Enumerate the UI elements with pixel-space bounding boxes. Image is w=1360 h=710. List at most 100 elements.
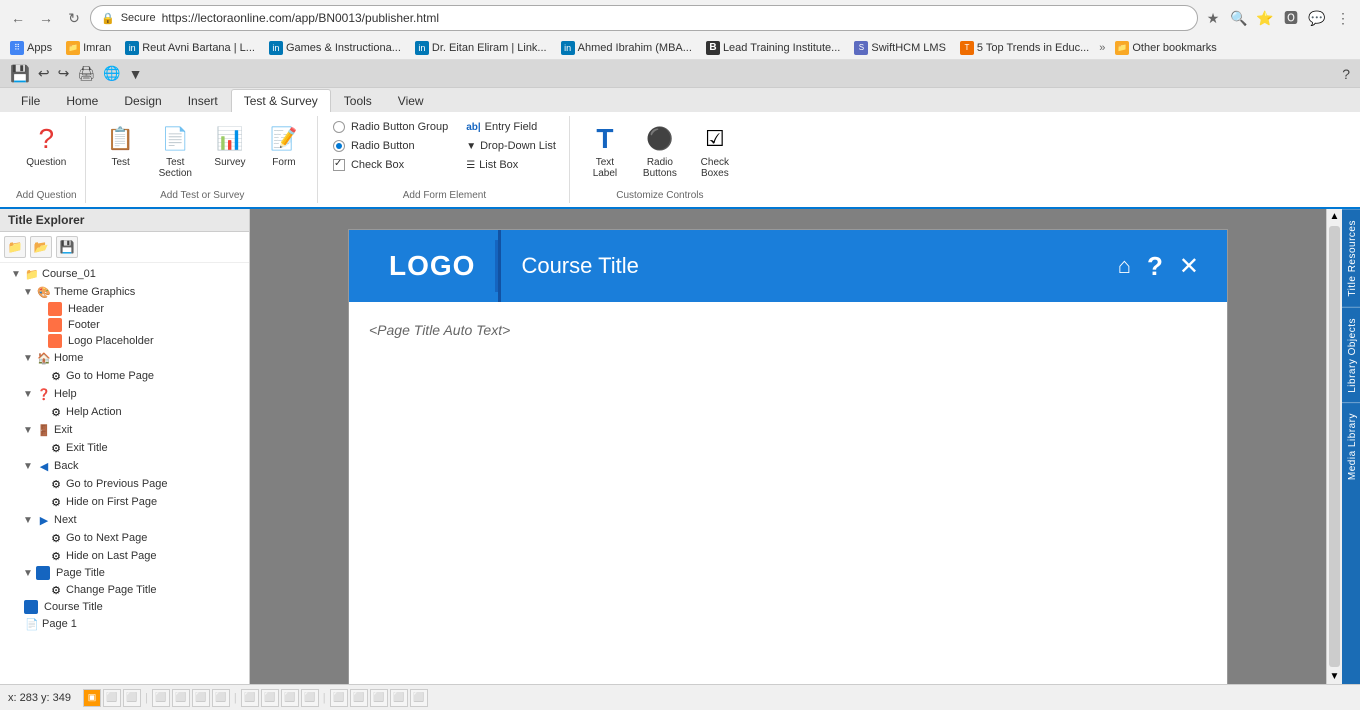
tab-home[interactable]: Home	[53, 89, 111, 112]
status-icon-12[interactable]: ⬜	[330, 689, 348, 707]
more-bookmarks[interactable]: »	[1099, 42, 1105, 54]
status-icon-8[interactable]: ⬜	[241, 689, 259, 707]
qa-print[interactable]: 🖨	[75, 63, 97, 84]
tree-item-help[interactable]: ▼ ❓ Help	[2, 385, 247, 403]
text-label-button[interactable]: T TextLabel	[580, 118, 630, 184]
help-header-icon[interactable]: ?	[1147, 251, 1163, 282]
close-header-icon[interactable]: ✕	[1179, 252, 1199, 281]
check-box-button[interactable]: Check Box	[328, 156, 453, 174]
dropdown-button[interactable]: ▼ Drop-Down List	[461, 137, 561, 155]
bookmark-trends[interactable]: T 5 Top Trends in Educ...	[956, 40, 1093, 56]
qa-web[interactable]: 🌐	[101, 63, 122, 84]
status-icon-1[interactable]: ▣	[83, 689, 101, 707]
survey-button[interactable]: 📊 Survey	[205, 118, 255, 173]
qa-redo[interactable]: ↪	[56, 63, 72, 84]
radio-group-button[interactable]: Radio Button Group	[328, 118, 453, 136]
tree-item-next[interactable]: ▼ ▶ Next	[2, 511, 247, 529]
reload-button[interactable]: ↻	[62, 6, 86, 30]
status-icon-3[interactable]: ⬜	[123, 689, 141, 707]
tree-item-back[interactable]: ▼ ◀ Back	[2, 457, 247, 475]
vtab-title-resources[interactable]: Title Resources	[1342, 209, 1360, 307]
tree-item-home[interactable]: ▼ 🏠 Home	[2, 349, 247, 367]
radio-button[interactable]: Radio Button	[328, 137, 453, 155]
vtab-library-objects[interactable]: Library Objects	[1342, 307, 1360, 403]
status-icon-16[interactable]: ⬜	[410, 689, 428, 707]
tree-item-header[interactable]: Header	[2, 301, 247, 317]
tab-test-survey[interactable]: Test & Survey	[231, 89, 331, 112]
question-button[interactable]: ? Question	[17, 118, 75, 173]
bookmark-games[interactable]: in Games & Instructiona...	[265, 40, 405, 56]
radio-buttons-button[interactable]: ⚫ RadioButtons	[634, 118, 686, 184]
office-icon[interactable]: 🅾	[1280, 7, 1302, 29]
scroll-thumb[interactable]	[1329, 226, 1340, 667]
tree-item-page-1[interactable]: 📄 Page 1	[2, 615, 247, 633]
customize-controls-label: Customize Controls	[616, 186, 703, 201]
tab-view[interactable]: View	[385, 89, 437, 112]
test-button[interactable]: 📋 Test	[96, 118, 146, 173]
tree-item-hide-last[interactable]: ⚙ Hide on Last Page	[2, 547, 247, 565]
status-icon-2[interactable]: ⬜	[103, 689, 121, 707]
tree-item-course-title[interactable]: Course Title	[2, 599, 247, 615]
back-button[interactable]: ←	[6, 6, 30, 30]
tree-item-hide-first[interactable]: ⚙ Hide on First Page	[2, 493, 247, 511]
qa-help[interactable]: ?	[1340, 64, 1352, 84]
tree-item-go-prev[interactable]: ⚙ Go to Previous Page	[2, 475, 247, 493]
status-icon-6[interactable]: ⬜	[192, 689, 210, 707]
home-header-icon[interactable]: ⌂	[1118, 253, 1131, 279]
status-icon-11[interactable]: ⬜	[301, 689, 319, 707]
status-icon-10[interactable]: ⬜	[281, 689, 299, 707]
qa-dropdown[interactable]: ▼	[127, 64, 145, 84]
status-icon-9[interactable]: ⬜	[261, 689, 279, 707]
bookmark-apps[interactable]: ⠿ Apps	[6, 40, 56, 56]
tree-item-course-01[interactable]: ▼ 📁 Course_01	[2, 265, 247, 283]
tree-item-help-action[interactable]: ⚙ Help Action	[2, 403, 247, 421]
bookmark-lead[interactable]: B Lead Training Institute...	[702, 40, 844, 56]
forward-button[interactable]: →	[34, 6, 58, 30]
tree-item-theme-graphics[interactable]: ▼ 🎨 Theme Graphics	[2, 283, 247, 301]
status-icon-14[interactable]: ⬜	[370, 689, 388, 707]
status-icon-4[interactable]: ⬜	[152, 689, 170, 707]
bookmark-swifthcm[interactable]: S SwiftHCM LMS	[850, 40, 950, 56]
skype-icon[interactable]: 💬	[1306, 7, 1328, 29]
tree-item-page-title[interactable]: ▼ Page Title	[2, 565, 247, 581]
tree-item-go-next[interactable]: ⚙ Go to Next Page	[2, 529, 247, 547]
favorites-icon[interactable]: ★	[1202, 7, 1224, 29]
check-boxes-button[interactable]: ☑ CheckBoxes	[690, 118, 740, 184]
scroll-down-btn[interactable]: ▼	[1327, 669, 1342, 684]
tab-insert[interactable]: Insert	[175, 89, 231, 112]
menu-icon[interactable]: ⋮	[1332, 7, 1354, 29]
list-box-button[interactable]: ☰ List Box	[461, 156, 561, 174]
status-icon-15[interactable]: ⬜	[390, 689, 408, 707]
status-icon-5[interactable]: ⬜	[172, 689, 190, 707]
bookmark-imran[interactable]: 📁 Imran	[62, 40, 115, 56]
tab-tools[interactable]: Tools	[331, 89, 385, 112]
status-icon-7[interactable]: ⬜	[212, 689, 230, 707]
tree-item-footer[interactable]: Footer	[2, 317, 247, 333]
status-icon-13[interactable]: ⬜	[350, 689, 368, 707]
vertical-scrollbar[interactable]: ▲ ▼	[1326, 209, 1342, 684]
tab-file[interactable]: File	[8, 89, 53, 112]
bookmark-eitan[interactable]: in Dr. Eitan Eliram | Link...	[411, 40, 551, 56]
new-folder-btn[interactable]: 📁	[4, 236, 26, 258]
qa-undo[interactable]: ↩	[36, 63, 52, 84]
tab-design[interactable]: Design	[111, 89, 174, 112]
save-btn[interactable]: 💾	[56, 236, 78, 258]
other-bookmarks[interactable]: 📁 Other bookmarks	[1111, 40, 1220, 56]
test-section-button[interactable]: 📄 TestSection	[150, 118, 201, 184]
address-bar[interactable]: 🔒 Secure https://lectoraonline.com/app/B…	[90, 5, 1198, 31]
star-icon[interactable]: ⭐	[1254, 7, 1276, 29]
search-icon[interactable]: 🔍	[1228, 7, 1250, 29]
tree-item-change-page-title[interactable]: ⚙ Change Page Title	[2, 581, 247, 599]
bookmark-reut[interactable]: in Reut Avni Bartana | L...	[121, 40, 259, 56]
tree-item-exit[interactable]: ▼ 🚪 Exit	[2, 421, 247, 439]
qa-save[interactable]: 💾	[8, 62, 32, 86]
entry-field-button[interactable]: ab| Entry Field	[461, 118, 561, 136]
new-item-btn[interactable]: 📂	[30, 236, 52, 258]
tree-item-go-home[interactable]: ⚙ Go to Home Page	[2, 367, 247, 385]
bookmark-ahmed[interactable]: in Ahmed Ibrahim (MBA...	[557, 40, 696, 56]
vtab-media-library[interactable]: Media Library	[1342, 402, 1360, 490]
tree-item-exit-title[interactable]: ⚙ Exit Title	[2, 439, 247, 457]
tree-item-logo[interactable]: Logo Placeholder	[2, 333, 247, 349]
scroll-up-btn[interactable]: ▲	[1327, 209, 1342, 224]
form-button[interactable]: 📝 Form	[259, 118, 309, 173]
